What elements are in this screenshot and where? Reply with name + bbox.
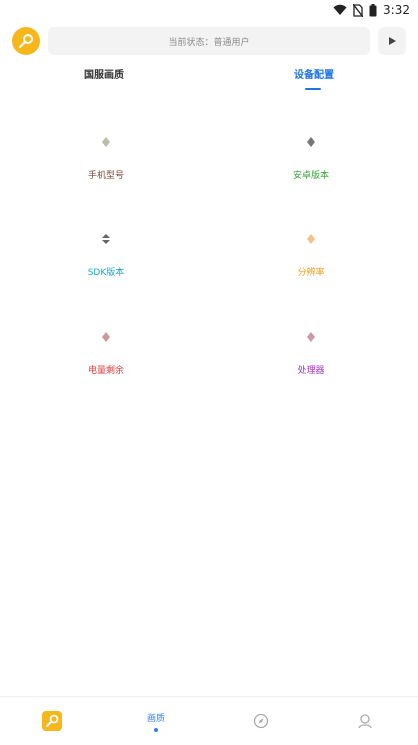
battery-icon [369, 3, 377, 16]
top-bar: 当前状态：普通用户 [0, 27, 418, 57]
device-item-android-version[interactable]: 安卓版本 [251, 136, 371, 181]
tab-bar: 国服画质 设备配置 [0, 66, 418, 96]
resolution-icon [307, 234, 315, 244]
device-item-processor[interactable]: 处理器 [251, 331, 371, 376]
nav-quality[interactable]: 画质 [126, 697, 186, 745]
sdk-version-icon [102, 234, 110, 244]
wifi-icon [333, 4, 347, 15]
device-item-battery[interactable]: 电量剩余 [46, 331, 166, 376]
device-item-label: 分辨率 [297, 268, 325, 278]
status-bar: 3:32 [0, 0, 418, 22]
device-item-phone-model[interactable]: 手机型号 [46, 136, 166, 181]
status-icons: 3:32 [333, 3, 410, 17]
profile-icon [358, 714, 372, 729]
battery-remaining-icon [102, 332, 110, 342]
android-version-icon [307, 137, 315, 147]
device-item-label: 手机型号 [87, 171, 124, 181]
device-item-label: 电量剩余 [87, 366, 124, 376]
active-tab-indicator [305, 88, 321, 90]
user-status-field[interactable]: 当前状态：普通用户 [48, 27, 370, 55]
device-item-label: 处理器 [297, 366, 325, 376]
compass-icon [253, 713, 269, 729]
status-time: 3:32 [383, 3, 410, 17]
no-sim-icon [353, 3, 364, 17]
phone-model-icon [102, 137, 110, 147]
active-nav-dot [154, 727, 158, 732]
nav-profile[interactable] [335, 697, 395, 745]
bottom-nav: 画质 [0, 696, 418, 745]
nav-discover[interactable] [231, 697, 291, 745]
wrench-logo-icon [42, 711, 62, 731]
device-item-sdk-version[interactable]: SDK版本 [46, 233, 166, 278]
tab-device-config[interactable]: 设备配置 [244, 66, 384, 81]
device-item-label: 安卓版本 [292, 171, 329, 181]
play-button[interactable] [378, 27, 406, 55]
device-item-resolution[interactable]: 分辨率 [251, 233, 371, 278]
device-item-label: SDK版本 [87, 268, 125, 278]
play-icon [389, 37, 396, 45]
processor-icon [307, 332, 315, 342]
wrench-logo-icon[interactable] [12, 27, 40, 55]
nav-home[interactable] [22, 697, 82, 745]
tab-national-quality[interactable]: 国服画质 [34, 66, 174, 81]
nav-quality-label: 画质 [146, 713, 165, 724]
